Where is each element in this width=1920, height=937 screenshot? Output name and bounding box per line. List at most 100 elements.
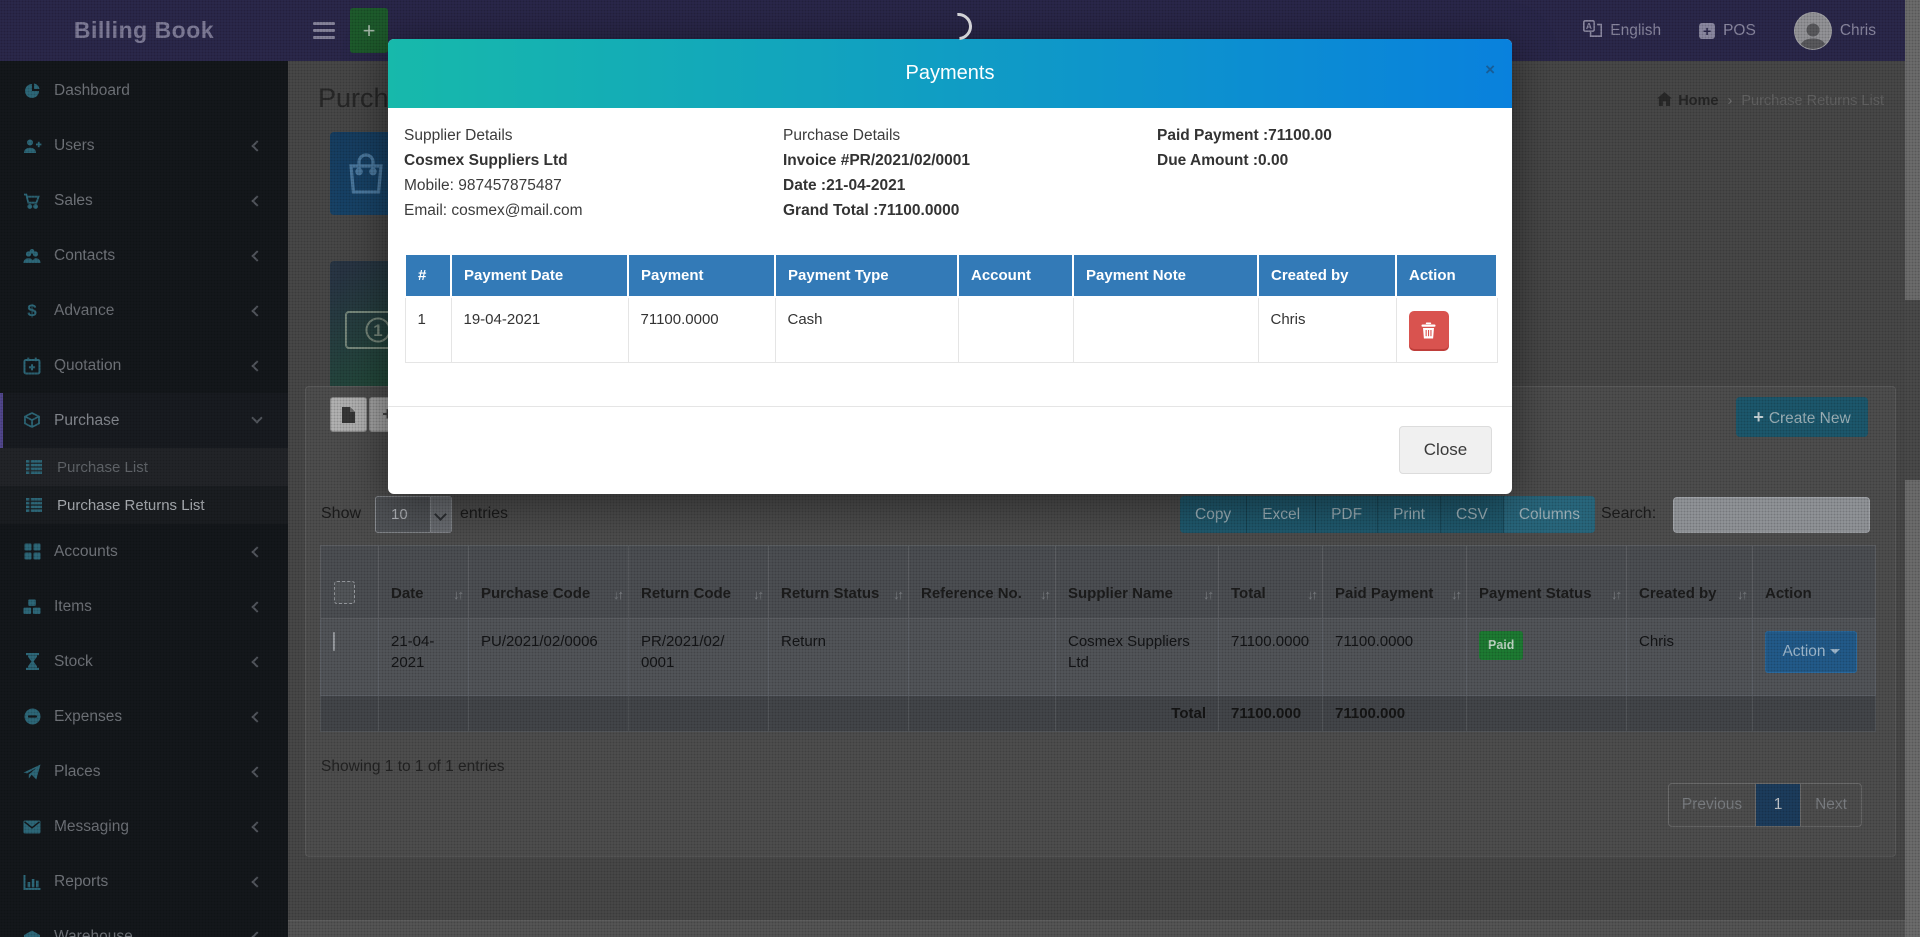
cell-return-status: Return [769,619,909,696]
file-icon [342,407,355,423]
chevron-left-icon [251,656,262,667]
sort-icon[interactable]: ↓↑ [1307,584,1316,605]
sort-icon[interactable]: ↓↑ [613,584,622,605]
cell-account [958,297,1073,363]
col-payment-type: Payment Type [775,254,958,297]
calendar-plus-icon [21,357,43,375]
paper-plane-icon [21,764,43,780]
delete-payment-button[interactable] [1409,311,1449,349]
quick-add-button[interactable]: + [350,8,388,53]
col-payment-note: Payment Note [1073,254,1258,297]
sidebar-item-contacts[interactable]: Contacts [0,228,288,283]
sort-icon[interactable]: ↓↑ [1040,584,1049,605]
cell-payment: 71100.0000 [628,297,775,363]
select-all-checkbox[interactable] [334,581,355,604]
modal-body: Supplier Details Cosmex Suppliers Ltd Mo… [388,108,1512,406]
language-menu[interactable]: A English [1583,20,1661,42]
sidebar-item-messaging[interactable]: Messaging [0,799,288,854]
svg-text:1: 1 [373,321,382,340]
sidebar-item-reports[interactable]: Reports [0,854,288,909]
payment-summary: Paid Payment :71100.00 Due Amount :0.00 [1157,127,1496,227]
sidebar: Dashboard Users Sales Contacts $ Advance… [0,61,288,937]
previous-page-button[interactable]: Previous [1669,784,1756,826]
sidebar-item-quotation[interactable]: Quotation [0,338,288,393]
col-reference-no[interactable]: Reference No.↓↑ [909,546,1056,619]
cell-reference-no [909,619,1056,696]
close-button[interactable]: Close [1399,426,1492,474]
purchase-details: Purchase Details Invoice #PR/2021/02/000… [783,127,1157,227]
sidebar-item-purchase-returns-list[interactable]: Purchase Returns List [0,486,288,524]
breadcrumb-separator: › [1728,93,1733,109]
col-purchase-code[interactable]: Purchase Code↓↑ [469,546,629,619]
pos-label: POS [1723,22,1756,40]
cell-purchase-code: PU/2021/02/0006 [469,619,629,696]
footer-paid-value: 71100.000 [1323,696,1467,732]
search-input[interactable] [1673,497,1870,533]
sidebar-item-stock[interactable]: Stock [0,634,288,689]
sort-icon[interactable]: ↓↑ [453,584,462,605]
page-1-button[interactable]: 1 [1756,784,1800,826]
sort-icon[interactable]: ↓↑ [1451,584,1460,605]
pdf-button[interactable]: PDF [1316,496,1378,533]
row-checkbox[interactable] [333,632,335,651]
sort-icon[interactable]: ↓↑ [1611,584,1620,605]
create-new-button[interactable]: +Create New [1736,397,1868,437]
col-payment-status[interactable]: Payment Status↓↑ [1467,546,1627,619]
col-created-by[interactable]: Created by↓↑ [1627,546,1753,619]
paid-payment-value: Paid Payment :71100.00 [1157,127,1496,145]
sidebar-item-advance[interactable]: $ Advance [0,283,288,338]
col-return-code[interactable]: Return Code↓↑ [629,546,769,619]
col-account: Account [958,254,1073,297]
col-action: Action [1396,254,1497,297]
caret-down-icon [1830,649,1840,654]
sort-icon[interactable]: ↓↑ [1203,584,1212,605]
app-logo[interactable]: Billing Book [0,17,288,44]
user-menu[interactable]: Chris [1794,12,1876,50]
sidebar-item-dashboard[interactable]: Dashboard [0,63,288,118]
cell-paid-payment: 71100.0000 [1323,619,1467,696]
copy-button[interactable]: Copy [1180,496,1247,533]
scrollbar-thumb[interactable] [1905,300,1920,480]
cell-payment-date: 19-04-2021 [451,297,628,363]
sidebar-item-purchase[interactable]: Purchase [0,393,288,448]
shopping-bag-icon [342,150,390,198]
sidebar-item-expenses[interactable]: Expenses [0,689,288,744]
csv-button[interactable]: CSV [1441,496,1504,533]
select-all-header [321,546,379,619]
sidebar-item-items[interactable]: Items [0,579,288,634]
col-date[interactable]: Date↓↑ [379,546,469,619]
col-total[interactable]: Total↓↑ [1219,546,1323,619]
sidebar-item-accounts[interactable]: Accounts [0,524,288,579]
list-icon [26,460,44,474]
sort-icon[interactable]: ↓↑ [753,584,762,605]
col-payment-date: Payment Date [451,254,628,297]
breadcrumb-home[interactable]: Home [1657,92,1718,110]
row-action-button[interactable]: Action [1765,631,1857,673]
page-size-select[interactable]: 10 [375,496,452,533]
payment-row: 1 19-04-2021 71100.0000 Cash Chris [405,297,1497,363]
cell-date: 21-04-2021 [379,619,469,696]
excel-button[interactable]: Excel [1247,496,1316,533]
col-supplier-name[interactable]: Supplier Name↓↑ [1056,546,1219,619]
pos-menu[interactable]: + POS [1699,22,1756,40]
sidebar-item-users[interactable]: Users [0,118,288,173]
col-paid-payment[interactable]: Paid Payment↓↑ [1323,546,1467,619]
chevron-left-icon [251,711,262,722]
col-return-status[interactable]: Return Status↓↑ [769,546,909,619]
sort-icon[interactable]: ↓↑ [893,584,902,605]
close-icon[interactable]: × [1485,61,1495,78]
sort-icon[interactable]: ↓↑ [1737,584,1746,605]
trash-icon [1421,322,1436,339]
hourglass-icon [21,653,43,670]
columns-button[interactable]: Columns [1504,496,1595,533]
print-button[interactable]: Print [1378,496,1441,533]
export-file-button[interactable] [330,397,367,432]
sidebar-item-warehouse[interactable]: Warehouse [0,909,288,937]
menu-toggle-icon[interactable] [313,18,335,43]
sidebar-item-purchase-list[interactable]: Purchase List [0,448,288,486]
next-page-button[interactable]: Next [1800,784,1861,826]
scrollbar-track[interactable] [1905,0,1920,937]
sidebar-item-places[interactable]: Places [0,744,288,799]
search-label: Search: [1601,505,1656,523]
sidebar-item-sales[interactable]: Sales [0,173,288,228]
